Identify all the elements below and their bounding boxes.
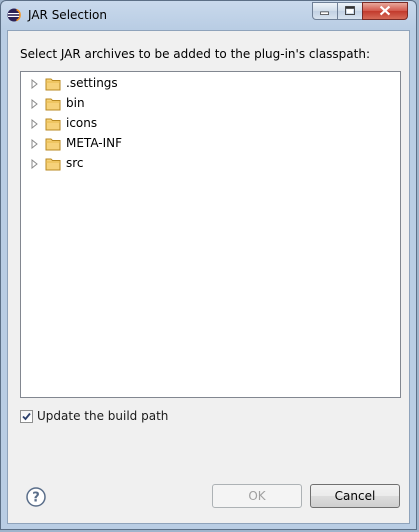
dialog-window: JAR Selection Select JAR archives to be …	[0, 0, 417, 530]
tree-item-label: icons	[66, 116, 98, 130]
update-build-path-label: Update the build path	[37, 409, 169, 423]
folder-icon	[45, 138, 61, 151]
minimize-icon	[320, 11, 329, 15]
tree-item-label: META-INF	[66, 136, 123, 150]
folder-icon	[45, 98, 61, 111]
tree-item-label: bin	[66, 96, 85, 110]
svg-text:?: ?	[32, 491, 40, 506]
maximize-icon	[345, 6, 355, 15]
help-icon[interactable]: ?	[26, 487, 46, 507]
folder-icon	[45, 118, 61, 131]
window-title: JAR Selection	[28, 8, 107, 22]
expand-arrow-icon[interactable]	[31, 119, 39, 129]
update-build-path-checkbox[interactable]	[20, 410, 33, 423]
dialog-client-area: Select JAR archives to be added to the p…	[7, 30, 410, 524]
maximize-button[interactable]	[337, 2, 363, 20]
tree-item-label: src	[66, 156, 84, 170]
tree-item[interactable]: icons	[21, 114, 400, 134]
close-button[interactable]	[362, 2, 408, 20]
expand-arrow-icon[interactable]	[31, 79, 39, 89]
jar-tree[interactable]: .settings bin icons META-INF src	[20, 71, 401, 398]
minimize-button[interactable]	[312, 2, 338, 20]
folder-icon	[45, 78, 61, 91]
tree-item[interactable]: .settings	[21, 74, 400, 94]
expand-arrow-icon[interactable]	[31, 99, 39, 109]
title-bar[interactable]: JAR Selection	[1, 1, 416, 30]
cancel-button[interactable]: Cancel	[310, 484, 400, 508]
close-icon	[379, 5, 391, 16]
tree-item[interactable]: src	[21, 154, 400, 174]
ok-button[interactable]: OK	[212, 484, 302, 508]
eclipse-icon	[7, 8, 21, 22]
expand-arrow-icon[interactable]	[31, 159, 39, 169]
tree-item[interactable]: bin	[21, 94, 400, 114]
tree-item[interactable]: META-INF	[21, 134, 400, 154]
tree-item-label: .settings	[66, 76, 118, 90]
instruction-text: Select JAR archives to be added to the p…	[20, 47, 371, 61]
folder-icon	[45, 158, 61, 171]
checkmark-icon	[22, 412, 31, 421]
expand-arrow-icon[interactable]	[31, 139, 39, 149]
